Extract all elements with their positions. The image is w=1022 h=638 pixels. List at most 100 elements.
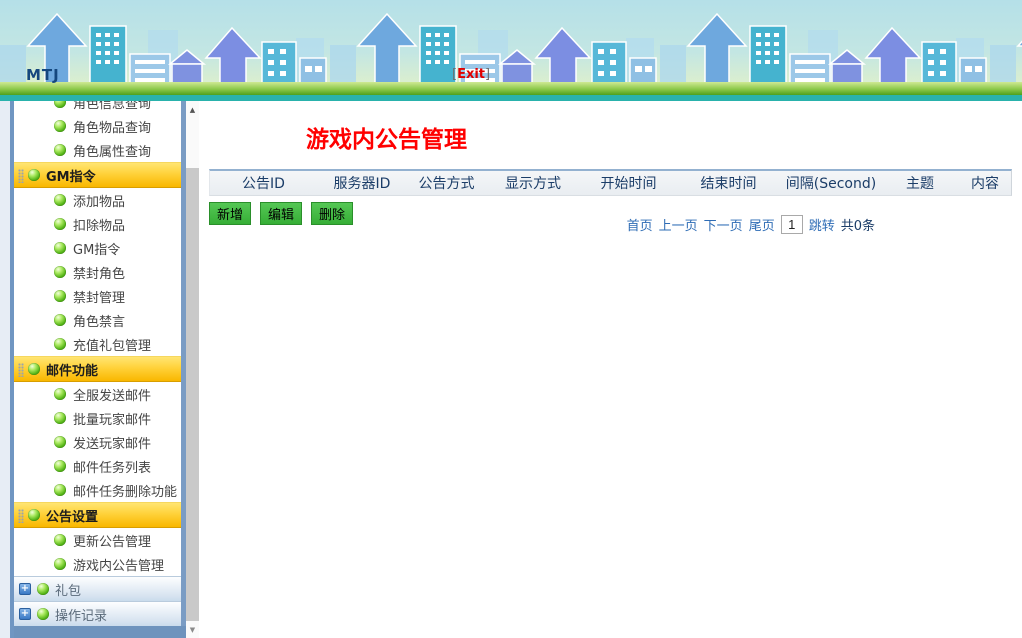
green-orb-icon <box>54 242 66 254</box>
sidebar-group-label: GM指令 <box>46 166 96 185</box>
column-header-announce-id: 公告ID <box>210 173 317 193</box>
sidebar-item-label: 扣除物品 <box>73 215 125 234</box>
prev-page-link[interactable]: 上一页 <box>659 215 698 234</box>
scrollbar-track[interactable] <box>186 118 199 168</box>
sidebar-group-label: 邮件功能 <box>46 360 98 379</box>
scrollbar-thumb[interactable] <box>186 168 199 621</box>
sidebar-group-gm-command[interactable]: GM指令 <box>14 162 181 188</box>
pagination: 首页 上一页 下一页 尾页 跳转 共0条 <box>627 215 875 234</box>
sidebar-scrollbar[interactable]: ▲ ▼ <box>186 101 199 638</box>
sidebar-group-label: 礼包 <box>55 580 81 599</box>
page-title: 游戏内公告管理 <box>306 125 1012 155</box>
green-orb-icon <box>54 436 66 448</box>
exit-bracket-right: ] <box>485 67 490 82</box>
column-header-interval: 间隔(Second) <box>780 173 882 193</box>
sidebar-item-recharge-gift-manage[interactable]: 充值礼包管理 <box>14 332 181 356</box>
green-orb-icon <box>54 120 66 132</box>
sidebar-item-ingame-announcement[interactable]: 游戏内公告管理 <box>14 552 181 576</box>
green-orb-icon <box>54 460 66 472</box>
sidebar-item-label: 邮件任务删除功能 <box>73 481 177 500</box>
sidebar-item-label: 更新公告管理 <box>73 531 151 550</box>
sidebar-item-gm-command[interactable]: GM指令 <box>14 236 181 260</box>
drag-handle-icon <box>18 169 24 183</box>
sidebar-item-add-item[interactable]: 添加物品 <box>14 188 181 212</box>
exit-label: Exit <box>457 67 485 82</box>
sidebar-item-role-mute[interactable]: 角色禁言 <box>14 308 181 332</box>
column-header-server-id: 服务器ID <box>317 173 407 193</box>
sidebar-item-label: 游戏内公告管理 <box>73 555 164 574</box>
green-orb-icon <box>54 144 66 156</box>
sidebar-item-role-item-query[interactable]: 角色物品查询 <box>14 114 181 138</box>
sidebar-group-gift-collapsed[interactable]: + 礼包 <box>14 576 181 601</box>
sidebar-panel: 角色信息查询 角色物品查询 角色属性查询 GM指令 添加物品 扣除物品 GM指令… <box>10 101 186 638</box>
sidebar-item-role-attr-query[interactable]: 角色属性查询 <box>14 138 181 162</box>
scroll-up-icon[interactable]: ▲ <box>186 101 199 118</box>
add-button[interactable]: 新增 <box>209 202 251 225</box>
sidebar-item-ban-manage[interactable]: 禁封管理 <box>14 284 181 308</box>
column-header-display-mode: 显示方式 <box>486 173 580 193</box>
delete-button[interactable]: 删除 <box>311 202 353 225</box>
expand-plus-icon[interactable]: + <box>19 608 31 620</box>
edit-button[interactable]: 编辑 <box>260 202 302 225</box>
drag-handle-icon <box>18 363 24 377</box>
sidebar-item-label: 邮件任务列表 <box>73 457 151 476</box>
sidebar-item-label: 角色属性查询 <box>73 141 151 160</box>
green-orb-icon <box>54 101 66 108</box>
sidebar-item-mail-task-list[interactable]: 邮件任务列表 <box>14 454 181 478</box>
exit-link[interactable]: [Exit] <box>452 67 490 82</box>
sidebar-item-mail-player[interactable]: 发送玩家邮件 <box>14 430 181 454</box>
table-header-row: 公告ID 服务器ID 公告方式 显示方式 开始时间 结束时间 间隔(Second… <box>209 169 1012 196</box>
sidebar-item-mail-all[interactable]: 全服发送邮件 <box>14 382 181 406</box>
green-orb-icon <box>28 169 40 181</box>
sidebar-item-ban-role[interactable]: 禁封角色 <box>14 260 181 284</box>
sidebar-item-mail-batch[interactable]: 批量玩家邮件 <box>14 406 181 430</box>
scroll-down-icon[interactable]: ▼ <box>186 621 199 638</box>
sidebar-group-announcement[interactable]: 公告设置 <box>14 502 181 528</box>
expand-plus-icon[interactable]: + <box>19 583 31 595</box>
column-header-announce-mode: 公告方式 <box>407 173 486 193</box>
sidebar-group-oplog-collapsed[interactable]: +操作记录 <box>14 601 181 626</box>
green-orb-icon <box>54 266 66 278</box>
total-count-label: 共0条 <box>841 215 875 234</box>
sidebar-item-label: 角色信息查询 <box>73 101 151 112</box>
green-orb-icon <box>54 484 66 496</box>
sidebar-item-label: 批量玩家邮件 <box>73 409 151 428</box>
green-orb-icon <box>54 534 66 546</box>
app-logo: MTJ <box>26 66 60 84</box>
sidebar-item-label: 禁封角色 <box>73 263 125 282</box>
sidebar-item-label: 角色禁言 <box>73 311 125 330</box>
sidebar-group-label: 公告设置 <box>46 506 98 525</box>
city-banner: MTJ [Exit] <box>0 0 1022 95</box>
page-input[interactable] <box>781 215 803 234</box>
green-orb-icon <box>54 218 66 230</box>
green-orb-icon <box>28 509 40 521</box>
drag-handle-icon <box>18 509 24 523</box>
next-page-link[interactable]: 下一页 <box>704 215 743 234</box>
sidebar-item-label: 角色物品查询 <box>73 117 151 136</box>
sidebar-item-role-info-query[interactable]: 角色信息查询 <box>14 101 181 114</box>
green-orb-icon <box>54 558 66 570</box>
green-orb-icon <box>54 388 66 400</box>
sidebar-item-label: GM指令 <box>73 239 120 258</box>
sidebar-item-mail-task-delete[interactable]: 邮件任务删除功能 <box>14 478 181 502</box>
sidebar-item-label: 禁封管理 <box>73 287 125 306</box>
sidebar-group-mail[interactable]: 邮件功能 <box>14 356 181 382</box>
sidebar-menu: 角色信息查询 角色物品查询 角色属性查询 GM指令 添加物品 扣除物品 GM指令… <box>14 101 186 626</box>
main-content: 游戏内公告管理 公告ID 服务器ID 公告方式 显示方式 开始时间 结束时间 间… <box>199 101 1022 638</box>
column-header-start-time: 开始时间 <box>580 173 677 193</box>
last-page-link[interactable]: 尾页 <box>749 215 775 234</box>
first-page-link[interactable]: 首页 <box>627 215 653 234</box>
sidebar-item-label: 充值礼包管理 <box>73 335 151 354</box>
sidebar-item-label: 添加物品 <box>73 191 125 210</box>
sidebar-item-label: 全服发送邮件 <box>73 385 151 404</box>
green-orb-icon <box>28 363 40 375</box>
column-header-end-time: 结束时间 <box>677 173 780 193</box>
column-header-content: 内容 <box>958 173 1012 193</box>
column-header-subject: 主题 <box>882 173 958 193</box>
green-orb-icon <box>54 290 66 302</box>
sidebar-item-update-announcement[interactable]: 更新公告管理 <box>14 528 181 552</box>
jump-link[interactable]: 跳转 <box>809 215 835 234</box>
sidebar-item-deduct-item[interactable]: 扣除物品 <box>14 212 181 236</box>
city-skyline-illustration <box>0 0 1022 95</box>
green-orb-icon <box>37 608 49 620</box>
